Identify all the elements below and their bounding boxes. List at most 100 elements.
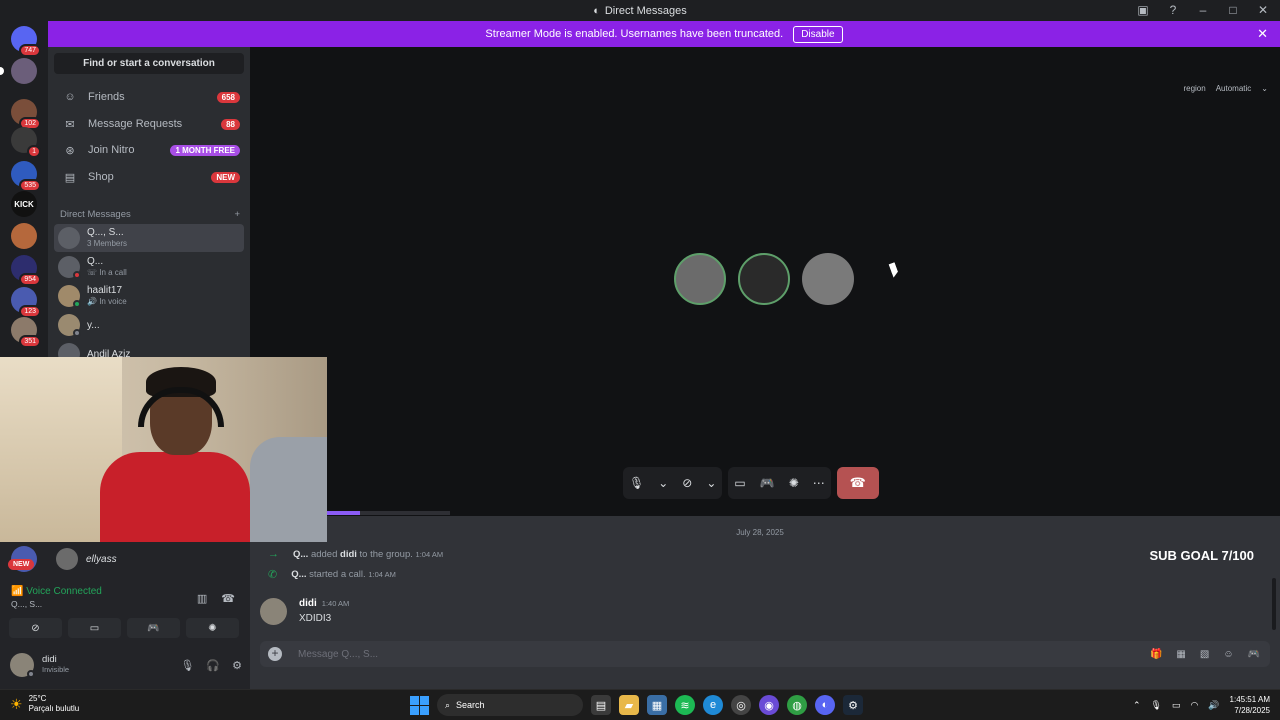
server-icon[interactable] bbox=[11, 223, 37, 249]
avatar[interactable] bbox=[260, 598, 287, 625]
find-conversation-button[interactable]: Find or start a conversation bbox=[54, 53, 244, 74]
signal-icon: 📶 bbox=[11, 586, 24, 597]
chevron-up-icon[interactable]: ⌃ bbox=[1133, 700, 1141, 711]
maximize-button[interactable]: □ bbox=[1224, 3, 1242, 17]
nav-join-nitro[interactable]: ⊛ Join Nitro 1 MONTH FREE bbox=[54, 138, 244, 162]
steam-icon[interactable]: ⚙ bbox=[843, 695, 863, 715]
arrow-right-icon: → bbox=[268, 548, 279, 560]
nav-friends[interactable]: ☺ Friends 658 bbox=[54, 85, 244, 109]
chevron-down-icon[interactable]: ⌄ bbox=[706, 476, 716, 490]
system-tray: ⌃ 🎙 ▭ ◠ 🔊 1:45:51 AM 7/28/2025 bbox=[1133, 694, 1270, 716]
clock[interactable]: 1:45:51 AM 7/28/2025 bbox=[1230, 694, 1270, 716]
add-dm-icon[interactable]: + bbox=[234, 209, 240, 220]
screen-share-button[interactable]: ▭ bbox=[68, 618, 121, 638]
headphones-icon[interactable]: 🎧 bbox=[206, 659, 220, 672]
dm-item[interactable]: haalit17 🔊 In voice bbox=[54, 282, 244, 310]
scrollbar[interactable] bbox=[1272, 578, 1276, 630]
dm-item[interactable]: Q..., S... 3 Members bbox=[54, 224, 244, 252]
server-icon[interactable]: 535 bbox=[11, 161, 41, 192]
dm-item[interactable]: ellyass bbox=[56, 548, 117, 570]
app-icon[interactable]: ◉ bbox=[759, 695, 779, 715]
friends-icon: ☺ bbox=[64, 91, 76, 103]
disable-button[interactable]: Disable bbox=[793, 25, 843, 43]
app-icon[interactable]: ◎ bbox=[731, 695, 751, 715]
chrome-icon[interactable]: ◍ bbox=[787, 695, 807, 715]
soundboard-icon[interactable]: ✺ bbox=[789, 476, 799, 490]
server-icon[interactable]: 954 bbox=[11, 255, 41, 286]
start-button[interactable] bbox=[410, 695, 429, 715]
volume-icon[interactable]: 🔊 bbox=[1208, 700, 1219, 711]
dm-item[interactable]: Q... ☏ In a call bbox=[54, 253, 244, 281]
participant-avatar[interactable] bbox=[802, 253, 854, 305]
dm-sidebar: Find or start a conversation ☺ Friends 658… bbox=[48, 47, 250, 365]
server-icon[interactable]: 123 bbox=[11, 287, 41, 318]
nav-message-requests[interactable]: ✉ Message Requests 88 bbox=[54, 112, 244, 136]
weather-widget[interactable]: ☀ 25°C Parçalı bulutlu bbox=[10, 694, 79, 714]
server-icon[interactable]: 351 bbox=[11, 317, 41, 348]
network-icon[interactable]: ▭ bbox=[1172, 700, 1181, 711]
call-stage: region Automatic ⌄ 🎙 ⌄ ⊘ ⌄ ▭ 🎮 ✺ ⋯ ☎ bbox=[250, 47, 1280, 510]
activity-button[interactable]: 🎮 bbox=[127, 618, 180, 638]
avatar bbox=[58, 285, 81, 308]
discord-icon: ◐ bbox=[593, 4, 600, 17]
gift-icon[interactable]: 🎁 bbox=[1150, 649, 1162, 660]
screen-share-icon[interactable]: ▭ bbox=[734, 476, 745, 490]
server-kick[interactable]: KICK bbox=[11, 191, 37, 217]
activity-icon[interactable]: 🎮 bbox=[1248, 649, 1260, 660]
camera-off-icon[interactable]: ⊘ bbox=[682, 476, 692, 490]
gear-icon[interactable]: ⚙ bbox=[232, 659, 242, 672]
task-view-icon[interactable]: ▤ bbox=[591, 695, 611, 715]
window-title: Direct Messages bbox=[604, 4, 687, 17]
banner-text: Streamer Mode is enabled. Usernames have… bbox=[485, 28, 784, 40]
home-button[interactable]: 747 bbox=[11, 26, 41, 57]
message-composer[interactable]: + Message Q..., S... 🎁 ▦ ▧ ☺ 🎮 bbox=[260, 641, 1270, 667]
call-controls: 🎙 ⌄ ⊘ ⌄ ▭ 🎮 ✺ ⋯ ☎ bbox=[623, 467, 879, 499]
wifi-icon[interactable]: ◠ bbox=[1190, 700, 1198, 711]
message-input[interactable]: Message Q..., S... bbox=[298, 649, 1150, 660]
participant-avatar[interactable] bbox=[738, 253, 790, 305]
file-explorer-icon[interactable]: ▰ bbox=[619, 695, 639, 715]
add-attachment-icon[interactable]: + bbox=[268, 647, 282, 661]
sticker-icon[interactable]: ▧ bbox=[1200, 649, 1209, 660]
close-icon[interactable]: ✕ bbox=[1257, 26, 1268, 42]
chevron-down-icon: ⌄ bbox=[1261, 84, 1268, 93]
server-icon[interactable]: 102 bbox=[11, 99, 41, 130]
microphone-icon[interactable]: 🎙 bbox=[180, 659, 194, 672]
soundboard-button[interactable]: ✺ bbox=[186, 618, 239, 638]
sub-goal-overlay: SUB GOAL 7/100 bbox=[1149, 548, 1254, 563]
noise-suppression-icon[interactable]: ▥ bbox=[197, 592, 207, 605]
chat-message: didi 1:40 AM XDIDI3 bbox=[260, 598, 349, 625]
disconnect-icon[interactable]: ☎ bbox=[221, 592, 235, 605]
gif-icon[interactable]: ▦ bbox=[1176, 649, 1185, 660]
chevron-down-icon[interactable]: ⌄ bbox=[658, 476, 668, 490]
region-selector[interactable]: region Automatic ⌄ bbox=[1183, 84, 1268, 93]
spotify-icon[interactable]: ≋ bbox=[675, 695, 695, 715]
store-icon[interactable]: ▦ bbox=[647, 695, 667, 715]
discord-icon[interactable]: ◐ bbox=[815, 695, 835, 715]
avatar bbox=[58, 314, 81, 337]
microphone-icon[interactable]: 🎙 bbox=[629, 476, 644, 490]
phone-icon: ✆ bbox=[268, 569, 278, 581]
close-window-button[interactable]: ✕ bbox=[1254, 3, 1272, 17]
edge-icon[interactable]: e bbox=[703, 695, 723, 715]
taskbar: ☀ 25°C Parçalı bulutlu ⌕ Search ▤ ▰ ▦ ≋ e ◎… bbox=[0, 689, 1280, 720]
minimize-button[interactable]: – bbox=[1194, 3, 1212, 17]
server-icon[interactable] bbox=[0, 58, 37, 84]
streamer-shirt bbox=[100, 452, 250, 542]
voice-user-panel: NEW ellyass 📶 Voice Connected Q..., S...… bbox=[0, 542, 250, 689]
activity-icon[interactable]: 🎮 bbox=[760, 476, 775, 490]
dm-item[interactable]: y... bbox=[54, 311, 244, 339]
emoji-icon[interactable]: ☺ bbox=[1223, 649, 1233, 660]
disconnect-button[interactable]: ☎ bbox=[836, 467, 879, 499]
help-icon[interactable]: ? bbox=[1164, 3, 1182, 17]
camera-off-button[interactable]: ⊘ bbox=[9, 618, 62, 638]
avatar[interactable] bbox=[10, 653, 35, 678]
inbox-icon[interactable]: ▣ bbox=[1134, 3, 1152, 17]
nav-shop[interactable]: ▤ Shop NEW bbox=[54, 165, 244, 189]
participants bbox=[674, 253, 854, 305]
server-icon[interactable]: 1 bbox=[11, 127, 41, 158]
microphone-icon[interactable]: 🎙 bbox=[1150, 700, 1161, 711]
search-box[interactable]: ⌕ Search bbox=[437, 694, 583, 716]
more-icon[interactable]: ⋯ bbox=[813, 476, 825, 490]
participant-avatar[interactable] bbox=[674, 253, 726, 305]
